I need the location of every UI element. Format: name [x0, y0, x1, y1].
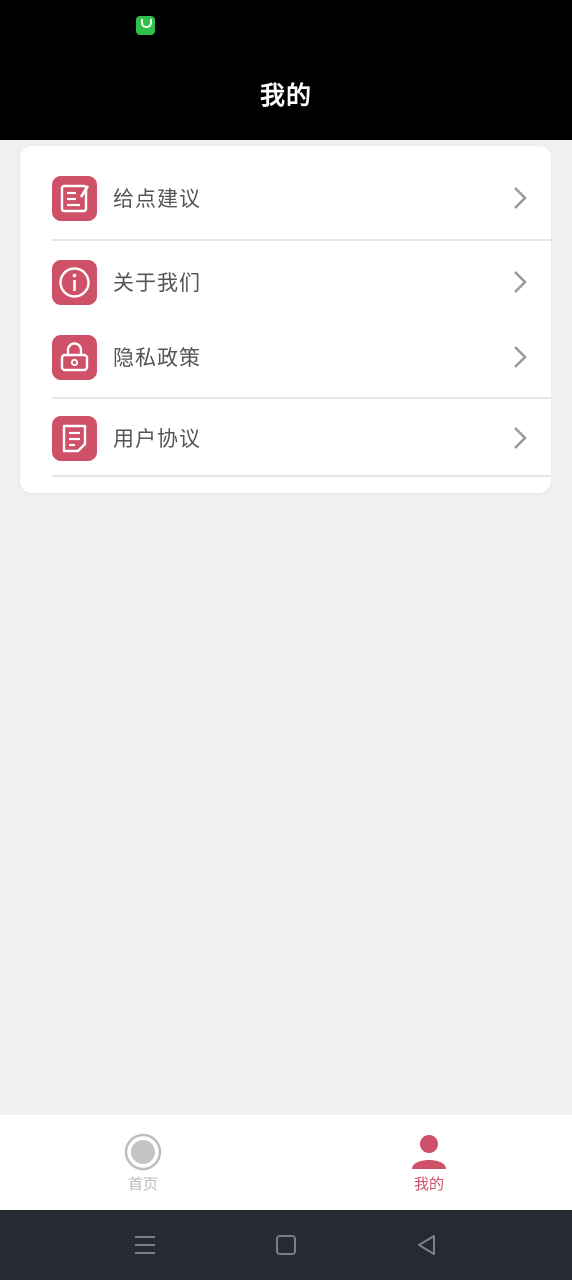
home-square-icon[interactable] [273, 1232, 299, 1258]
bottom-tab-bar: 首页 我的 [0, 1115, 572, 1210]
menu-item-label: 关于我们 [113, 271, 201, 295]
screen: 我的 给点建议 关于我们 隐私政策 用户协议 首页 我的 [0, 0, 572, 1280]
chevron-right-icon [514, 346, 527, 368]
divider [52, 397, 551, 399]
page-title: 我的 [259, 81, 312, 110]
menu-item-privacy-policy[interactable]: 隐私政策 [20, 321, 551, 393]
tab-label: 首页 [127, 1175, 158, 1193]
menu-item-label: 用户协议 [113, 427, 201, 451]
divider [52, 239, 551, 241]
chevron-right-icon [514, 427, 527, 449]
system-nav-bar [0, 1210, 572, 1280]
info-icon [52, 259, 97, 305]
menu-item-about-us[interactable]: 关于我们 [20, 246, 551, 318]
menu-item-label: 隐私政策 [113, 346, 201, 370]
settings-card: 给点建议 关于我们 隐私政策 用户协议 [20, 146, 551, 493]
document-icon [52, 415, 97, 461]
chevron-right-icon [514, 187, 527, 209]
tab-label: 我的 [413, 1175, 444, 1193]
home-circle-icon [124, 1133, 162, 1171]
feedback-icon [52, 175, 97, 221]
menu-icon[interactable] [132, 1232, 158, 1258]
tab-mine[interactable]: 我的 [369, 1115, 489, 1210]
menu-item-user-agreement[interactable]: 用户协议 [20, 402, 551, 474]
menu-item-label: 给点建议 [113, 187, 201, 211]
back-triangle-icon[interactable] [414, 1232, 440, 1258]
divider [52, 475, 551, 477]
lock-icon [52, 334, 97, 380]
tab-home[interactable]: 首页 [83, 1115, 203, 1210]
header-bar: 我的 [0, 0, 572, 140]
user-icon [412, 1135, 446, 1169]
chevron-right-icon [514, 271, 527, 293]
notification-app-icon [136, 16, 155, 35]
menu-item-feedback[interactable]: 给点建议 [20, 162, 551, 234]
